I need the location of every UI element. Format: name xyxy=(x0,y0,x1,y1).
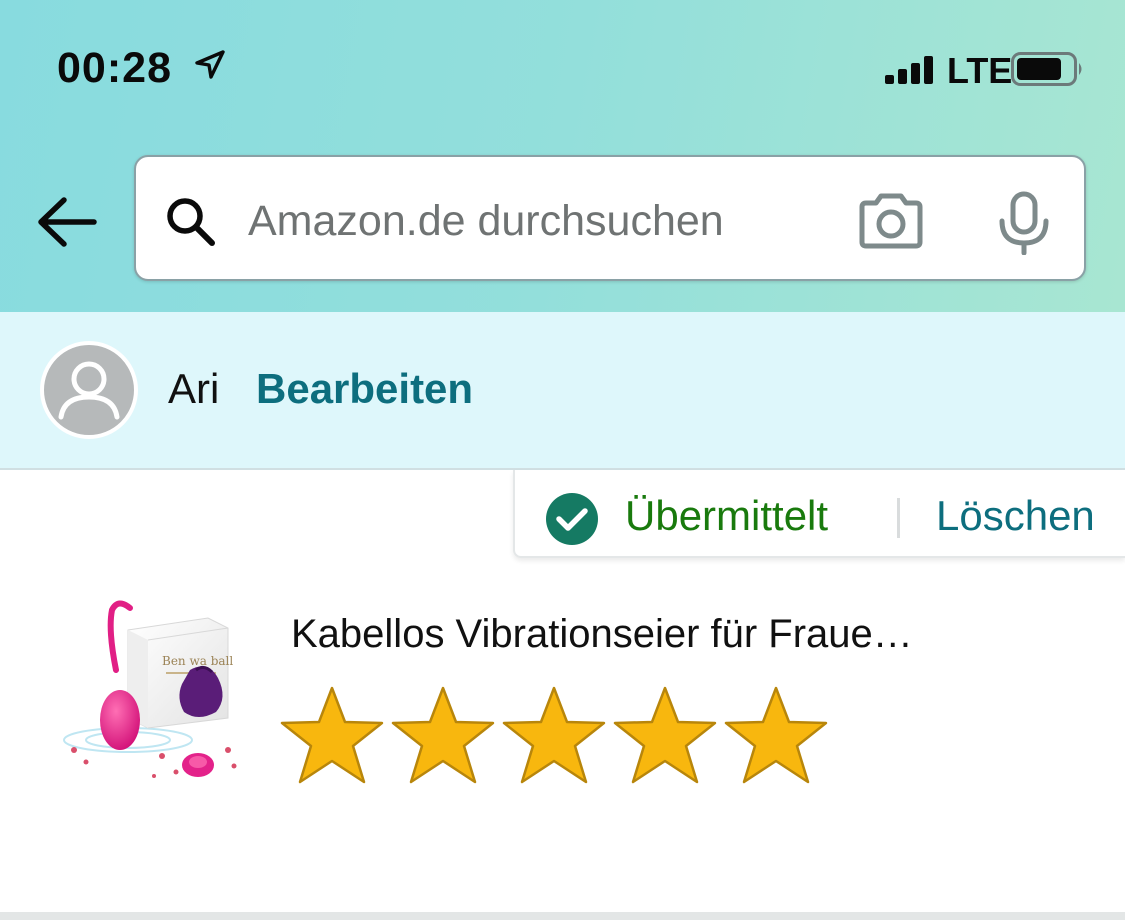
check-circle-icon xyxy=(546,493,598,545)
search-input[interactable]: Amazon.de durchsuchen xyxy=(248,197,724,246)
network-type: LTE xyxy=(947,50,1013,91)
status-time-text: 00:28 xyxy=(57,44,172,92)
edit-profile-link[interactable]: Bearbeiten xyxy=(256,365,473,413)
delete-button[interactable]: Löschen xyxy=(936,492,1095,540)
cellular-signal-icon xyxy=(885,56,933,84)
user-avatar-icon[interactable] xyxy=(40,341,138,439)
product-image[interactable]: Ben wa ball xyxy=(58,600,242,784)
star-icon[interactable] xyxy=(279,685,385,785)
product-image-label: Ben wa ball xyxy=(162,654,233,668)
star-icon[interactable] xyxy=(390,685,496,785)
app-header: 00:28 LTE Amazon.de durchsuchen xyxy=(0,0,1125,312)
location-arrow-icon xyxy=(195,50,225,79)
star-icon[interactable] xyxy=(612,685,718,785)
search-bar[interactable]: Amazon.de durchsuchen xyxy=(134,155,1086,281)
star-icon[interactable] xyxy=(501,685,607,785)
back-arrow-icon[interactable] xyxy=(36,196,98,248)
profile-name: Ari xyxy=(168,365,220,412)
star-icon[interactable] xyxy=(723,685,829,785)
battery-icon xyxy=(1011,52,1082,86)
divider xyxy=(897,498,900,538)
profile-bar: Ari Bearbeiten xyxy=(0,312,1125,470)
review-status-card: Übermittelt Löschen xyxy=(513,470,1125,558)
camera-icon[interactable] xyxy=(856,193,926,249)
product-title[interactable]: Kabellos Vibrationseier für Fraue… xyxy=(291,612,913,657)
divider xyxy=(0,912,1125,920)
search-icon[interactable] xyxy=(164,195,218,249)
status-time: 00:28 xyxy=(57,44,225,93)
submitted-status: Übermittelt xyxy=(625,492,829,539)
microphone-icon[interactable] xyxy=(996,191,1052,255)
